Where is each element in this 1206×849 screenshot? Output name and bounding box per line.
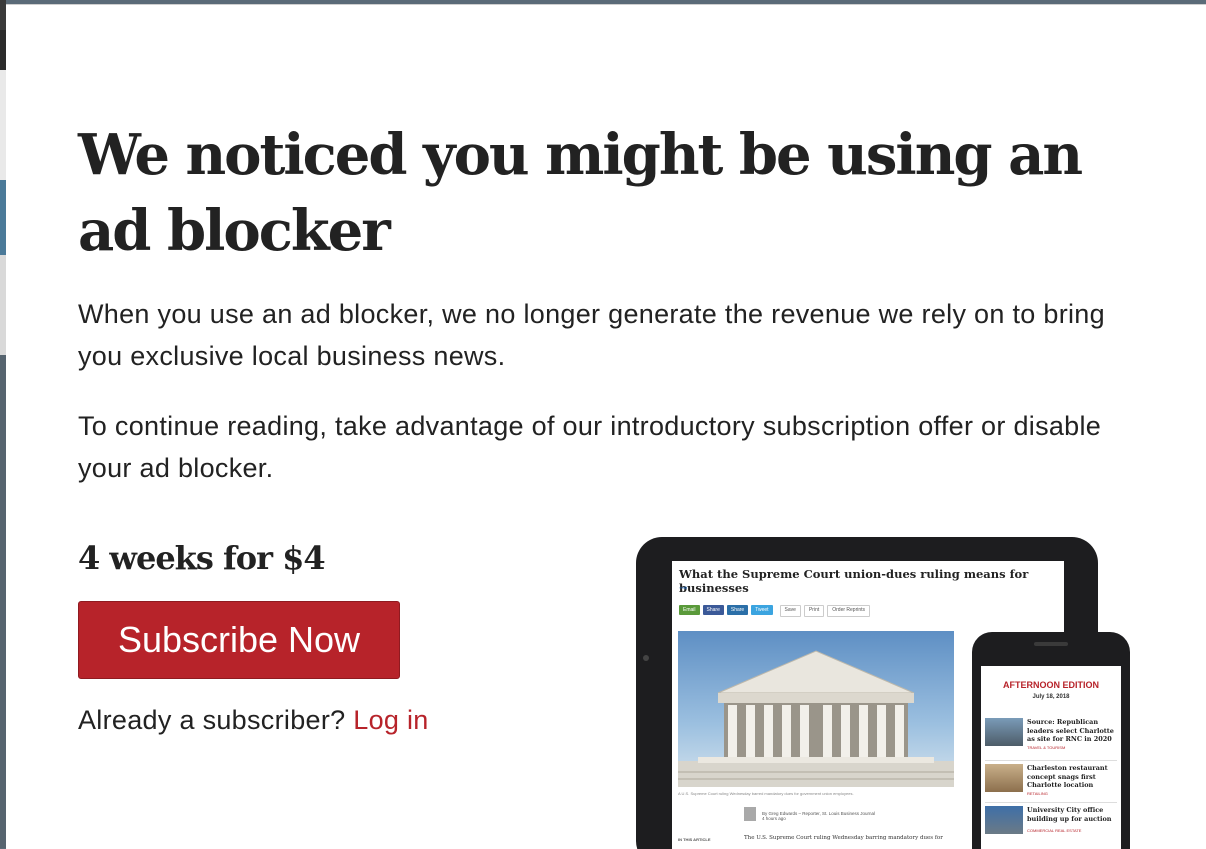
list-item: University City office building up for a… [985,806,1117,846]
ad-blocker-modal: We noticed you might be using an ad bloc… [6,4,1206,849]
edition-date: July 18, 2018 [1032,694,1070,700]
key-icon: ⊸ [679,583,688,594]
list-item: Charleston restaurant concept snags firs… [985,764,1117,804]
story-headline: Charleston restaurant concept snags firs… [1027,764,1108,789]
login-link[interactable]: Log in [353,705,428,735]
facebook-share-button: Share [702,605,724,615]
article-body: The U.S. Supreme Court ruling Wednesday … [744,835,943,841]
story-headline: Source: Republican leaders select Charlo… [1027,718,1114,743]
twitter-share-button: Tweet [751,605,773,615]
author-avatar [744,807,756,821]
save-button: Save [779,605,801,617]
already-subscriber-text: Already a subscriber? Log in [78,705,429,736]
modal-paragraph-offer: To continue reading, take advantage of o… [78,411,1102,483]
divider [985,802,1117,803]
story-tag: RETAILING [1027,791,1048,796]
supreme-court-photo [678,631,954,787]
email-share-button: Email [679,605,700,615]
photo-caption: A U.S. Supreme Court ruling Wednesday ba… [678,791,854,796]
phone-illustration: AFTERNOON EDITION July 18, 2018 Source: … [972,632,1130,849]
tablet-camera [643,655,649,661]
divider [985,760,1117,761]
modal-headline: We noticed you might be using an ad bloc… [78,122,1083,264]
tablet-article-title: What the Supreme Court union-dues ruling… [679,567,1029,595]
list-item: Source: Republican leaders select Charlo… [985,718,1117,758]
in-this-article-label: IN THIS ARTICLE [678,837,711,842]
modal-paragraph-revenue: When you use an ad blocker, we no longer… [78,299,1105,371]
author-byline: By Greg Edwards – Reporter, St. Louis Bu… [762,811,875,821]
order-reprints-button: Order Reprints [827,605,871,617]
phone-screen: AFTERNOON EDITION July 18, 2018 Source: … [981,666,1121,849]
linkedin-share-button: Share [726,605,749,615]
story-thumbnail [985,764,1023,792]
offer-price: 4 weeks for $4 [78,539,326,577]
story-headline: University City office building up for a… [1027,806,1112,823]
subscribe-now-button[interactable]: Subscribe Now [78,601,400,679]
story-thumbnail [985,806,1023,834]
already-subscriber-label: Already a subscriber? [78,705,346,735]
share-bar: Email Share Share Tweet Save Print Order… [679,605,871,617]
phone-speaker [1034,642,1068,646]
story-tag: COMMERCIAL REAL ESTATE [1027,828,1082,833]
print-button: Print [803,605,825,617]
story-tag: TRAVEL & TOURISM [1027,745,1066,750]
edition-title: AFTERNOON EDITION [1003,680,1099,690]
byline-time: 4 hours ago [762,816,786,821]
story-thumbnail [985,718,1023,746]
